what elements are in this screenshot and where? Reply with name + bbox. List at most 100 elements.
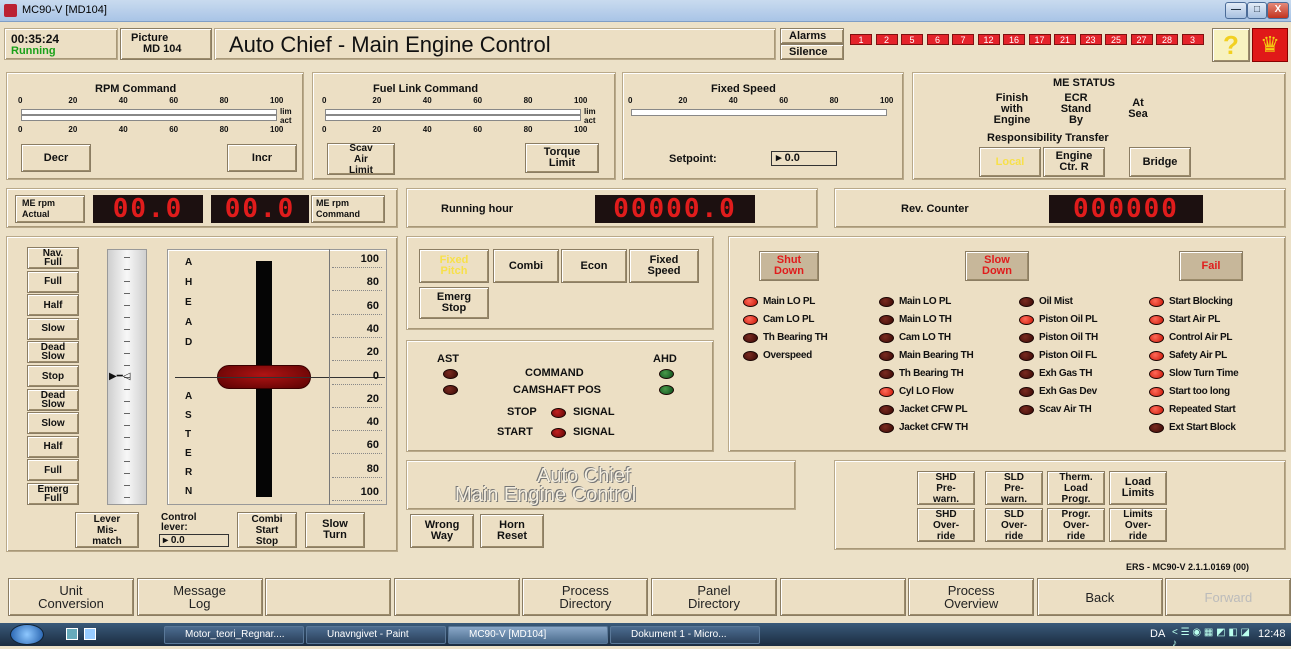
slow-turn-button[interactable]: Slow Turn [305,512,365,548]
explorer-icon[interactable] [84,628,96,640]
progr-override-button[interactable]: Progr. Over- ride [1047,508,1105,542]
fixed-pitch-button[interactable]: Fixed Pitch [419,249,489,283]
emerg-stop-button[interactable]: Emerg Stop [419,287,489,319]
incr-button[interactable]: Incr [227,144,297,172]
telegraph-order-button[interactable]: Slow [27,412,79,435]
lever-tick [124,317,130,318]
econ-button[interactable]: Econ [561,249,627,283]
alarm-label: Ext Start Block [1169,422,1236,433]
alarm-lamp[interactable]: 3 [1181,34,1204,45]
scale-tick-label: 60 [169,96,179,105]
alarm-lamp-strip[interactable]: 1 2 5 6 7 12 16 17 21 23 25 27 28 3 [850,34,1210,47]
nav-button[interactable] [265,578,392,616]
task-motor-teori[interactable]: Motor_teori_Regnar.... [164,626,304,644]
local-button[interactable]: Local [979,147,1041,177]
nav-button[interactable]: Forward [1165,578,1291,616]
show-desktop-icon[interactable] [66,628,78,640]
telegraph-order-button[interactable]: Emerg Full [27,483,79,505]
me-rpm-actual-display: 00.0 [93,194,203,224]
sld-override-button[interactable]: SLD Over- ride [985,508,1043,542]
at-sea-button[interactable]: At Sea [1109,90,1167,128]
minimize-button[interactable]: — [1225,2,1247,19]
task-mc90[interactable]: MC90-V [MD104] [448,626,608,644]
brand-panel: Auto Chief Main Engine Control [406,460,796,510]
task-paint[interactable]: Unavngivet - Paint [306,626,446,644]
lever-mismatch-button[interactable]: Lever Mis- match [75,512,139,548]
alarm-lamp[interactable]: 12 [977,34,1000,45]
combi-button[interactable]: Combi [493,249,559,283]
alarm-lamp[interactable]: 28 [1156,34,1178,45]
nav-button[interactable]: Unit Conversion [8,578,134,616]
telegraph-order-button[interactable]: Nav. Full [27,247,79,269]
rpm-lim-label: lim [280,107,292,116]
nav-button[interactable] [393,578,520,616]
clock-time: 00:35:24 [11,32,60,46]
language-indicator[interactable]: DA [1150,628,1165,640]
telegraph-order-button[interactable]: Half [27,294,79,317]
fixed-speed-button[interactable]: Fixed Speed [629,249,699,283]
telegraph-order-button[interactable]: Stop [27,365,79,387]
control-lever-input[interactable]: ▸ 0.0 [159,534,229,547]
running-hour-display: 00000.0 [595,194,755,224]
nav-button[interactable]: Process Directory [522,578,649,616]
nav-button[interactable]: Back [1036,578,1163,616]
alarm-led [879,387,894,397]
load-limits-button[interactable]: Load Limits [1109,471,1167,505]
alarm-lamp[interactable]: 6 [926,34,949,45]
ahead-letter: D [185,337,193,348]
scale-tick-label: 0 [322,125,327,134]
maximize-button[interactable]: □ [1247,2,1267,19]
silence-button[interactable]: Silence [780,44,844,60]
close-button[interactable]: X [1267,2,1289,19]
start-orb-icon[interactable] [10,624,44,645]
nav-button[interactable]: Message Log [136,578,263,616]
alarm-lamp[interactable]: 27 [1130,34,1153,45]
start-signal-label: SIGNAL [573,426,615,438]
alarm-lamp[interactable]: 7 [952,34,974,45]
task-dokument[interactable]: Dokument 1 - Micro... [610,626,760,644]
horn-reset-button[interactable]: Horn Reset [480,514,544,548]
ecr-standby-button[interactable]: ECR Stand By [1047,90,1105,128]
alarm-label: Oil Mist [1039,296,1073,307]
telegraph-order-button[interactable]: Full [27,459,79,482]
telegraph-order-button[interactable]: Dead Slow [27,388,79,411]
alarm-lamp[interactable]: 5 [901,34,923,45]
alarm-lamp[interactable]: 23 [1079,34,1102,45]
telegraph-order-button[interactable]: Half [27,435,79,458]
alarm-lamp[interactable]: 25 [1105,34,1127,45]
alarm-lamp[interactable]: 21 [1054,34,1076,45]
shd-override-button[interactable]: SHD Over- ride [917,508,975,542]
running-hour-label: Running hour [441,203,514,215]
alarm-led [1149,423,1164,433]
bridge-button[interactable]: Bridge [1129,147,1191,177]
telegraph-order-button[interactable]: Full [27,270,79,293]
combi-start-stop-button[interactable]: Combi Start Stop [237,512,297,548]
picture-button[interactable]: Picture MD 104 [120,28,212,60]
setpoint-label: Setpoint: [669,153,717,165]
finish-with-engine-button[interactable]: Finish with Engine [983,90,1041,128]
telegraph-order-button[interactable]: Dead Slow [27,341,79,364]
help-question-icon[interactable]: ? [1212,28,1250,62]
telegraph-order-button[interactable]: Slow [27,317,79,340]
torque-limit-button[interactable]: Torque Limit [525,143,599,173]
wrong-way-button[interactable]: Wrong Way [410,514,474,548]
nav-button[interactable]: Panel Directory [651,578,777,616]
telegraph-scale-dots [332,313,382,315]
engine-ctr-room-button[interactable]: Engine Ctr. R [1043,147,1105,177]
lever-tick [124,257,130,258]
nav-button[interactable]: Process Overview [908,578,1035,616]
alarm-lamp[interactable]: 17 [1028,34,1051,45]
scav-air-limit-button[interactable]: Scav Air Limit [327,143,395,176]
decr-button[interactable]: Decr [21,144,91,172]
alarm-lamp[interactable]: 2 [875,34,898,45]
alarm-lamp[interactable]: 16 [1003,34,1025,45]
alarms-button[interactable]: Alarms [780,28,844,44]
sld-prewarn-button[interactable]: SLD Pre- warn. [985,471,1043,505]
therm-load-progr-button[interactable]: Therm. Load Progr. [1047,471,1105,505]
alarm-lamp[interactable]: 1 [850,34,872,45]
limits-override-button[interactable]: Limits Over- ride [1109,508,1167,542]
setpoint-input[interactable]: ▸ 0.0 [771,151,837,166]
scale-tick-label: 80 [829,96,839,105]
shd-prewarn-button[interactable]: SHD Pre- warn. [917,471,975,505]
nav-button[interactable] [779,578,906,616]
